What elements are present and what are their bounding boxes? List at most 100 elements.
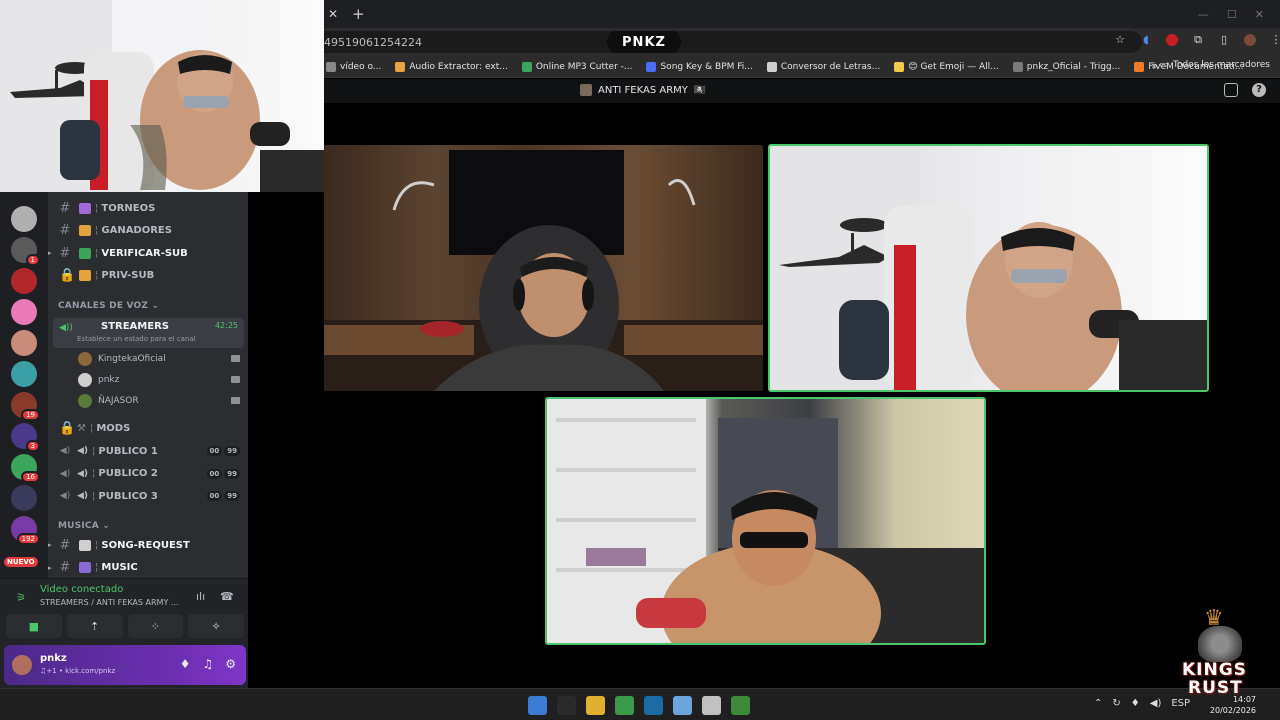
taskbar-app-icon[interactable]: [644, 696, 663, 715]
voice-category-header[interactable]: CANALES DE VOZ ⌄: [58, 301, 159, 311]
video-tile-pnkz[interactable]: [768, 144, 1209, 392]
channel-priv-sub[interactable]: 🔒 ¦ PRIV-SUB: [48, 266, 248, 286]
soundboard-button[interactable]: ✧: [188, 614, 244, 638]
user-limit-pill: 00 99: [206, 491, 240, 501]
server-icon[interactable]: [11, 330, 37, 356]
music-category-header[interactable]: MUSICA ⌄: [58, 521, 110, 531]
skull-icon: [1198, 626, 1242, 662]
speaker-icon: ◀): [59, 468, 71, 479]
bookmark-item[interactable]: pnkz_Oficial - Trigg...: [1012, 61, 1120, 72]
taskbar-app-icon[interactable]: [702, 696, 721, 715]
chevron-down-icon: ⌄: [151, 301, 160, 311]
sidebar-icon[interactable]: ▯: [1218, 34, 1230, 46]
voice-channel-status[interactable]: Establece un estado para el canal: [77, 335, 196, 343]
user-limit: 99: [224, 468, 240, 479]
new-tab-icon[interactable]: +: [352, 5, 365, 23]
server-icon[interactable]: 3: [11, 423, 40, 452]
gear-icon[interactable]: ⚙: [225, 657, 236, 671]
channel-verificar-sub[interactable]: ▸ # ¦ VERIFICAR-SUB: [48, 243, 248, 263]
taskbar-app-icon[interactable]: [615, 696, 634, 715]
microphone-icon[interactable]: ♦: [180, 657, 191, 671]
voice-channel-publico[interactable]: ◀) ◀) ¦ PUBLICO 2 00 99: [48, 464, 248, 484]
puzzle-icon[interactable]: ⧉: [1192, 34, 1204, 46]
record-extension-icon[interactable]: [1166, 34, 1178, 46]
taskbar-app-icon[interactable]: [557, 696, 576, 715]
speaker-icon: ◀): [59, 446, 71, 456]
server-icon[interactable]: [11, 299, 37, 325]
inbox-icon[interactable]: [1224, 83, 1238, 97]
voice-channel-publico[interactable]: ◀) ◀) ¦ PUBLICO 3 00 99: [48, 486, 248, 506]
close-window-icon[interactable]: ✕: [1255, 8, 1264, 21]
channel-label: PUBLICO 2: [98, 468, 158, 479]
lock-icon: 🔒: [59, 420, 76, 436]
url-input[interactable]: 49519061254224 PNKZ: [324, 31, 1142, 53]
close-tab-icon[interactable]: ✕: [326, 7, 340, 21]
server-icon[interactable]: [11, 206, 37, 232]
server-icon[interactable]: [11, 485, 37, 511]
headphones-icon[interactable]: ♫: [202, 657, 213, 671]
channel-music[interactable]: ▸ # ¦ MUSIC: [48, 558, 248, 578]
server-icon[interactable]: [11, 361, 37, 387]
taskbar-app-icon[interactable]: [586, 696, 605, 715]
video-tile-najasor[interactable]: [545, 397, 986, 645]
kings-rust-logo: ♛ KINGS RUST: [1174, 606, 1266, 702]
all-bookmarks[interactable]: ▭ Todos los marcadores: [1159, 60, 1270, 70]
logo-line-2: RUST: [1188, 678, 1243, 698]
server-icon[interactable]: 16: [11, 454, 40, 483]
taskbar-app-icon[interactable]: [528, 696, 547, 715]
bookmark-item[interactable]: Audio Extractor: ext...: [395, 61, 508, 72]
channel-separator: ¦: [95, 247, 99, 259]
taskbar-app-icon[interactable]: [673, 696, 692, 715]
menu-icon[interactable]: ⋮: [1270, 34, 1280, 46]
sync-icon[interactable]: ↻: [1112, 698, 1120, 709]
bookmark-item[interactable]: Song Key & BPM Fi...: [646, 61, 753, 72]
voice-user[interactable]: ÑAJASOR: [78, 391, 246, 411]
voice-channel-path[interactable]: STREAMERS / ANTI FEKAS ARMY ...: [40, 598, 179, 607]
more-bookmarks-icon[interactable]: »: [1151, 59, 1158, 72]
noise-icon[interactable]: ılı: [196, 590, 205, 603]
bookmark-item[interactable]: Online MP3 Cutter -...: [521, 61, 632, 72]
music-category-label: MUSICA: [58, 521, 99, 531]
bookmark-favicon-icon: [395, 61, 406, 72]
bookmark-item[interactable]: vídeo o...: [326, 61, 381, 72]
voice-user[interactable]: KingtekaOficial: [78, 349, 246, 369]
disconnect-icon[interactable]: ☎: [220, 590, 234, 603]
url-text: 49519061254224: [324, 35, 422, 49]
channel-song-request[interactable]: ▸ # ¦ SONG-REQUEST: [48, 535, 248, 555]
bookmark-label: 😊 Get Emoji — All...: [908, 61, 999, 72]
voice-user[interactable]: pnkz: [78, 370, 246, 390]
channel-torneos[interactable]: # ¦ TORNEOS: [48, 198, 248, 218]
server-icon[interactable]: 192: [11, 516, 40, 545]
bookmark-item[interactable]: Conversor de Letras...: [766, 61, 880, 72]
video-tile-kingteka[interactable]: [324, 145, 763, 391]
channel-label: PUBLICO 1: [98, 445, 158, 457]
volume-icon[interactable]: ◀): [1150, 698, 1162, 709]
server-icon[interactable]: 1: [11, 237, 40, 266]
channel-separator: ¦: [95, 539, 99, 551]
maximize-icon[interactable]: ☐: [1227, 8, 1237, 21]
channel-mods[interactable]: 🔒 ⚒ ¦ MODS: [48, 418, 248, 438]
help-icon[interactable]: ?: [1252, 83, 1266, 97]
activities-button[interactable]: ⁘: [127, 614, 184, 638]
mic-icon[interactable]: ♦: [1131, 698, 1140, 709]
speaker-emoji-icon: ◀): [77, 468, 89, 479]
bookmark-item[interactable]: 😊 Get Emoji — All...: [894, 61, 999, 72]
voice-channel-publico[interactable]: ◀) ◀) ¦ PUBLICO 1 00 99: [48, 441, 248, 461]
server-icon[interactable]: 19: [11, 392, 40, 421]
chevron-up-icon[interactable]: ⌃: [1094, 698, 1102, 709]
voice-channel-streamers[interactable]: ◀)) STREAMERS 42:25 Establece un estado …: [53, 318, 244, 348]
channel-label: PRIV-SUB: [101, 270, 155, 281]
screen-share-button[interactable]: ⇡: [66, 614, 123, 638]
camera-button[interactable]: ■: [6, 614, 62, 638]
minimize-icon[interactable]: —: [1198, 8, 1209, 21]
taskbar-app-icon[interactable]: [731, 696, 750, 715]
user-limit-pill: 00 99: [206, 446, 240, 456]
channel-separator: ¦: [92, 468, 96, 479]
channel-ganadores[interactable]: # ¦ GANADORES: [48, 221, 248, 241]
bookmark-favicon-icon: [1134, 61, 1145, 72]
avatar[interactable]: [10, 653, 34, 677]
server-icon[interactable]: [11, 268, 37, 294]
profile-avatar[interactable]: [1244, 34, 1256, 46]
star-icon[interactable]: ☆: [1114, 34, 1126, 46]
audio-extension-icon[interactable]: ◖: [1140, 34, 1152, 46]
